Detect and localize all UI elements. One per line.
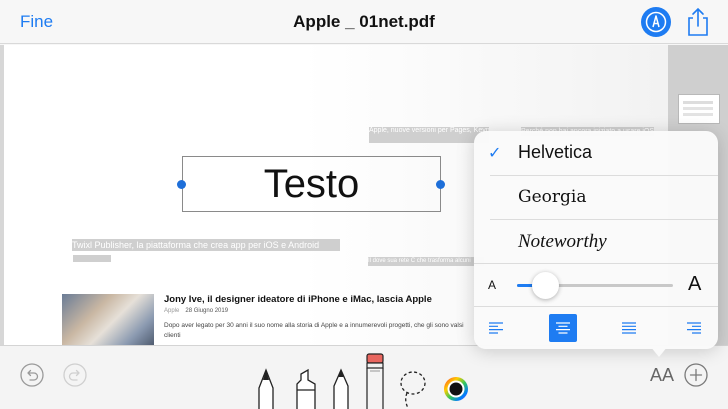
text-annotation-box[interactable]: Testo: [182, 156, 441, 212]
highlighter-tool[interactable]: [294, 368, 318, 409]
align-center-button[interactable]: [549, 314, 577, 342]
font-size-large-label: A: [688, 273, 702, 295]
article-body: Dopo aver legato per 30 anni il suo nome…: [164, 322, 464, 339]
pen-tool[interactable]: [256, 368, 276, 409]
checkmark-icon: ✓: [488, 145, 502, 162]
faded-text-fragment: Twixl Publisher, la piattaforma che crea…: [72, 239, 340, 251]
pen-icon: [258, 368, 274, 409]
article-title: Jony Ive, il designer ideatore di iPhone…: [164, 294, 432, 305]
font-option-label: Noteworthy: [518, 231, 607, 252]
align-left-button[interactable]: [482, 314, 510, 342]
article-meta: Apple 28 Giugno 2019: [164, 308, 228, 314]
article-date: 28 Giugno 2019: [185, 308, 229, 314]
faded-text-fragment: Il dove sua rete C che trasforma alcuni: [368, 257, 484, 266]
faded-text-line: [73, 255, 111, 262]
add-icon: [684, 363, 708, 387]
markup-button[interactable]: [641, 7, 671, 37]
align-right-icon: [687, 322, 701, 334]
align-right-button[interactable]: [680, 314, 708, 342]
resize-handle-left[interactable]: [177, 180, 186, 189]
document-title: Apple _ 01net.pdf: [293, 12, 435, 31]
font-option-label: Georgia: [518, 187, 587, 207]
font-size-icon: AA: [650, 365, 675, 385]
font-option-noteworthy[interactable]: Noteworthy: [474, 220, 718, 264]
undo-icon: [20, 363, 44, 387]
undo-button[interactable]: [20, 363, 44, 392]
markup-pen-icon: [645, 11, 667, 33]
pencil-icon: [333, 368, 349, 409]
font-size-slider-thumb[interactable]: [531, 272, 559, 299]
font-size-small-label: A: [488, 278, 497, 292]
font-size-button[interactable]: AA: [650, 365, 674, 386]
navigation-bar: Fine Apple _ 01net.pdf: [0, 0, 728, 44]
lasso-icon: [400, 371, 426, 409]
pencil-tool[interactable]: [331, 368, 351, 409]
lasso-tool[interactable]: [398, 370, 428, 409]
page-thumbnail[interactable]: [678, 94, 720, 124]
font-option-label: Helvetica: [518, 142, 593, 162]
divider: [474, 263, 718, 264]
highlighter-icon: [296, 368, 316, 409]
align-justify-icon: [622, 322, 636, 334]
redo-icon: [63, 363, 87, 387]
align-justify-button[interactable]: [615, 314, 643, 342]
share-button[interactable]: [686, 7, 710, 37]
eraser-tool[interactable]: [365, 352, 385, 409]
color-picker-button[interactable]: [443, 376, 469, 407]
redo-button[interactable]: [63, 363, 87, 392]
align-left-icon: [489, 322, 503, 334]
align-center-icon: [556, 322, 570, 334]
eraser-icon: [366, 353, 384, 409]
share-icon: [688, 7, 708, 36]
popover-arrow: [650, 346, 668, 357]
article-image: [62, 294, 154, 345]
font-option-helvetica[interactable]: ✓ Helvetica: [474, 131, 718, 175]
add-button[interactable]: [684, 363, 708, 392]
color-picker-icon: [444, 377, 468, 401]
article-source: Apple: [164, 308, 180, 314]
markup-toolbar: AA: [0, 345, 728, 409]
text-annotation-content[interactable]: Testo: [264, 162, 360, 207]
divider: [474, 306, 718, 307]
faded-text-fragment: Apple, nuove versioni per Pages, Keynote…: [369, 127, 489, 143]
resize-handle-right[interactable]: [436, 180, 445, 189]
font-option-georgia[interactable]: Georgia: [474, 176, 718, 220]
